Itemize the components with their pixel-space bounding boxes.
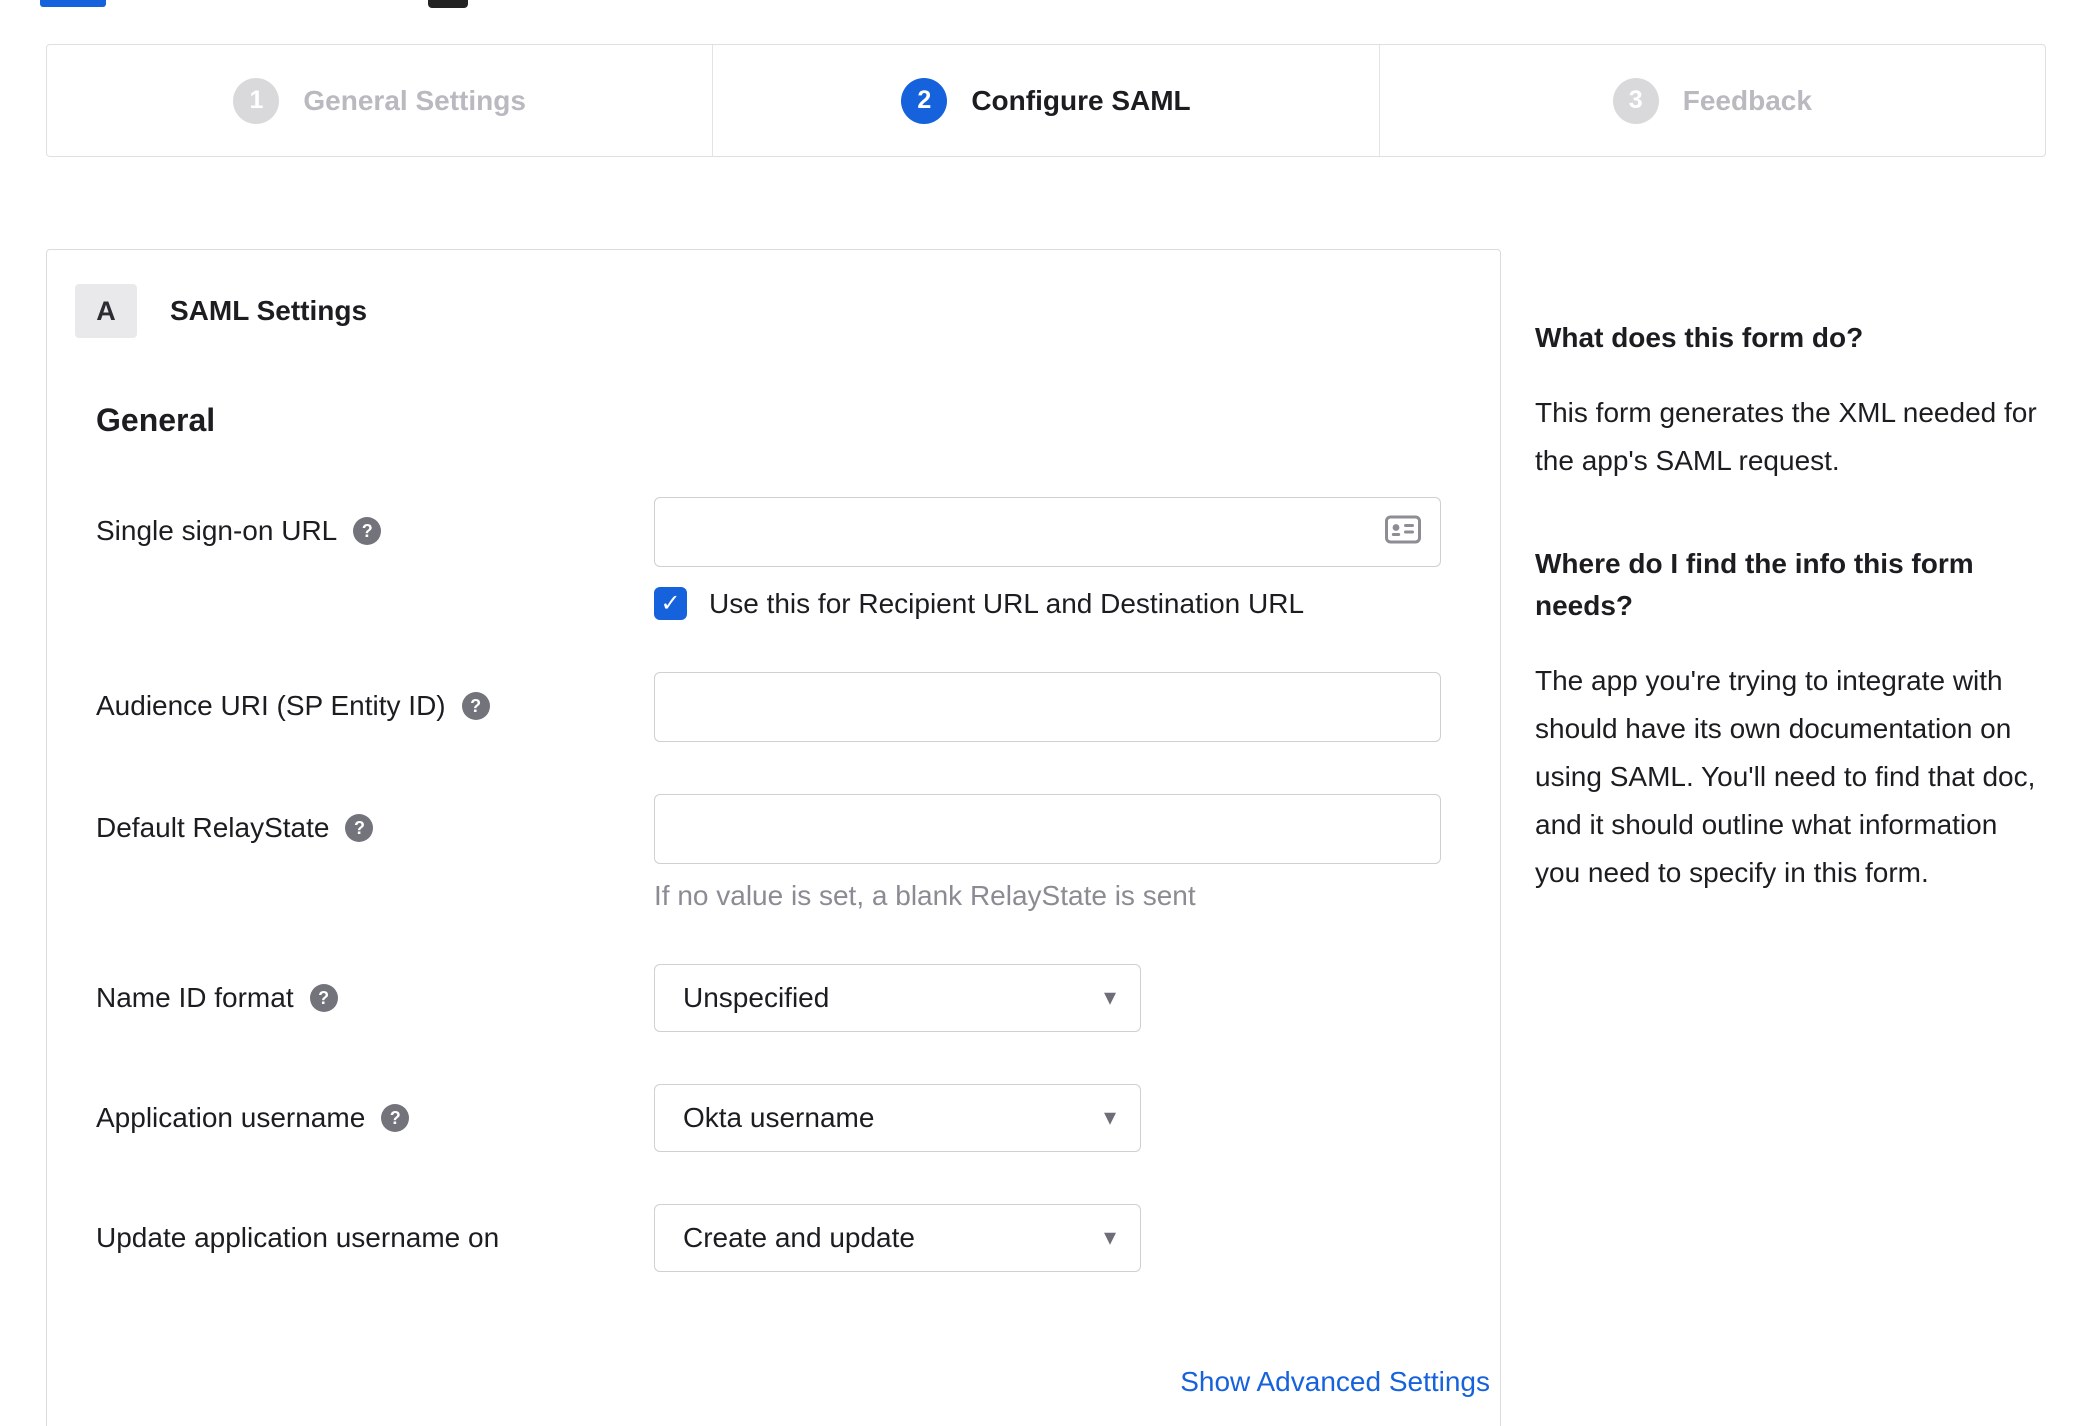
update-application-username-select[interactable]: Create and update ▾ [654,1204,1141,1272]
application-username-label: Application username [96,1102,366,1133]
step-3-label: Feedback [1682,84,1812,116]
chevron-down-icon: ▾ [1103,1224,1116,1251]
step-configure-saml[interactable]: 2 Configure SAML [712,45,1378,156]
field-default-relaystate: Default RelayState ? If no value is set,… [96,794,1500,912]
default-relaystate-help-icon[interactable]: ? [345,814,374,842]
name-id-format-label: Name ID format [96,982,294,1013]
step-2-circle: 2 [901,77,948,124]
cropped-logo-fragment [40,0,106,7]
application-username-value: Okta username [683,1102,875,1133]
section-a-badge: A [75,284,137,338]
chevron-down-icon: ▾ [1103,984,1116,1011]
step-1-label: General Settings [303,84,526,116]
update-application-username-value: Create and update [683,1222,915,1253]
step-3-circle: 3 [1612,77,1659,124]
audience-uri-label: Audience URI (SP Entity ID) [96,690,446,721]
step-2-label: Configure SAML [971,84,1191,116]
chevron-down-icon: ▾ [1103,1104,1116,1131]
field-sso-url: Single sign-on URL ? ✓ Use this for Reci… [96,497,1500,620]
sidebar-body-2: The app you're trying to integrate with … [1535,665,2036,888]
application-username-select[interactable]: Okta username ▾ [654,1084,1141,1152]
general-group-title: General [96,402,216,438]
name-id-format-value: Unspecified [683,982,830,1013]
field-application-username: Application username ? Okta username ▾ [96,1084,1500,1152]
contact-card-icon[interactable] [1385,515,1421,549]
step-feedback[interactable]: 3 Feedback [1378,45,2045,156]
sso-url-label: Single sign-on URL [96,515,338,546]
default-relaystate-label: Default RelayState [96,812,330,843]
field-update-application-username: Update application username on Create an… [96,1204,1500,1272]
audience-uri-help-icon[interactable]: ? [461,692,490,720]
sidebar-body-1: This form generates the XML needed for t… [1535,397,2037,476]
field-audience-uri: Audience URI (SP Entity ID) ? [96,672,1500,742]
recipient-url-checkbox-label: Use this for Recipient URL and Destinati… [709,587,1305,619]
default-relaystate-input[interactable] [654,794,1441,864]
sso-url-input[interactable] [654,497,1441,567]
section-title: SAML Settings [170,295,368,326]
sso-url-help-icon[interactable]: ? [353,517,382,545]
name-id-format-help-icon[interactable]: ? [309,984,338,1012]
recipient-url-checkbox[interactable]: ✓ [654,587,687,620]
help-sidebar: What does this form do? This form genera… [1535,249,2050,955]
sidebar-heading-2: Where do I find the info this form needs… [1535,548,1974,621]
update-application-username-label: Update application username on [96,1222,500,1253]
cropped-title-fragment [428,0,468,8]
relaystate-helper-text: If no value is set, a blank RelayState i… [654,880,1196,911]
sidebar-heading-1: What does this form do? [1535,322,1864,353]
show-advanced-settings-link[interactable]: Show Advanced Settings [1180,1366,1490,1397]
wizard-stepper: 1 General Settings 2 Configure SAML 3 Fe… [46,44,2046,157]
step-general-settings[interactable]: 1 General Settings [47,45,712,156]
step-1-circle: 1 [233,77,280,124]
saml-settings-card: A SAML Settings General Single sign-on U… [46,249,1501,1426]
name-id-format-select[interactable]: Unspecified ▾ [654,964,1141,1032]
application-username-help-icon[interactable]: ? [381,1104,410,1132]
field-name-id-format: Name ID format ? Unspecified ▾ [96,964,1500,1032]
audience-uri-input[interactable] [654,672,1441,742]
cropped-header [0,0,2092,8]
